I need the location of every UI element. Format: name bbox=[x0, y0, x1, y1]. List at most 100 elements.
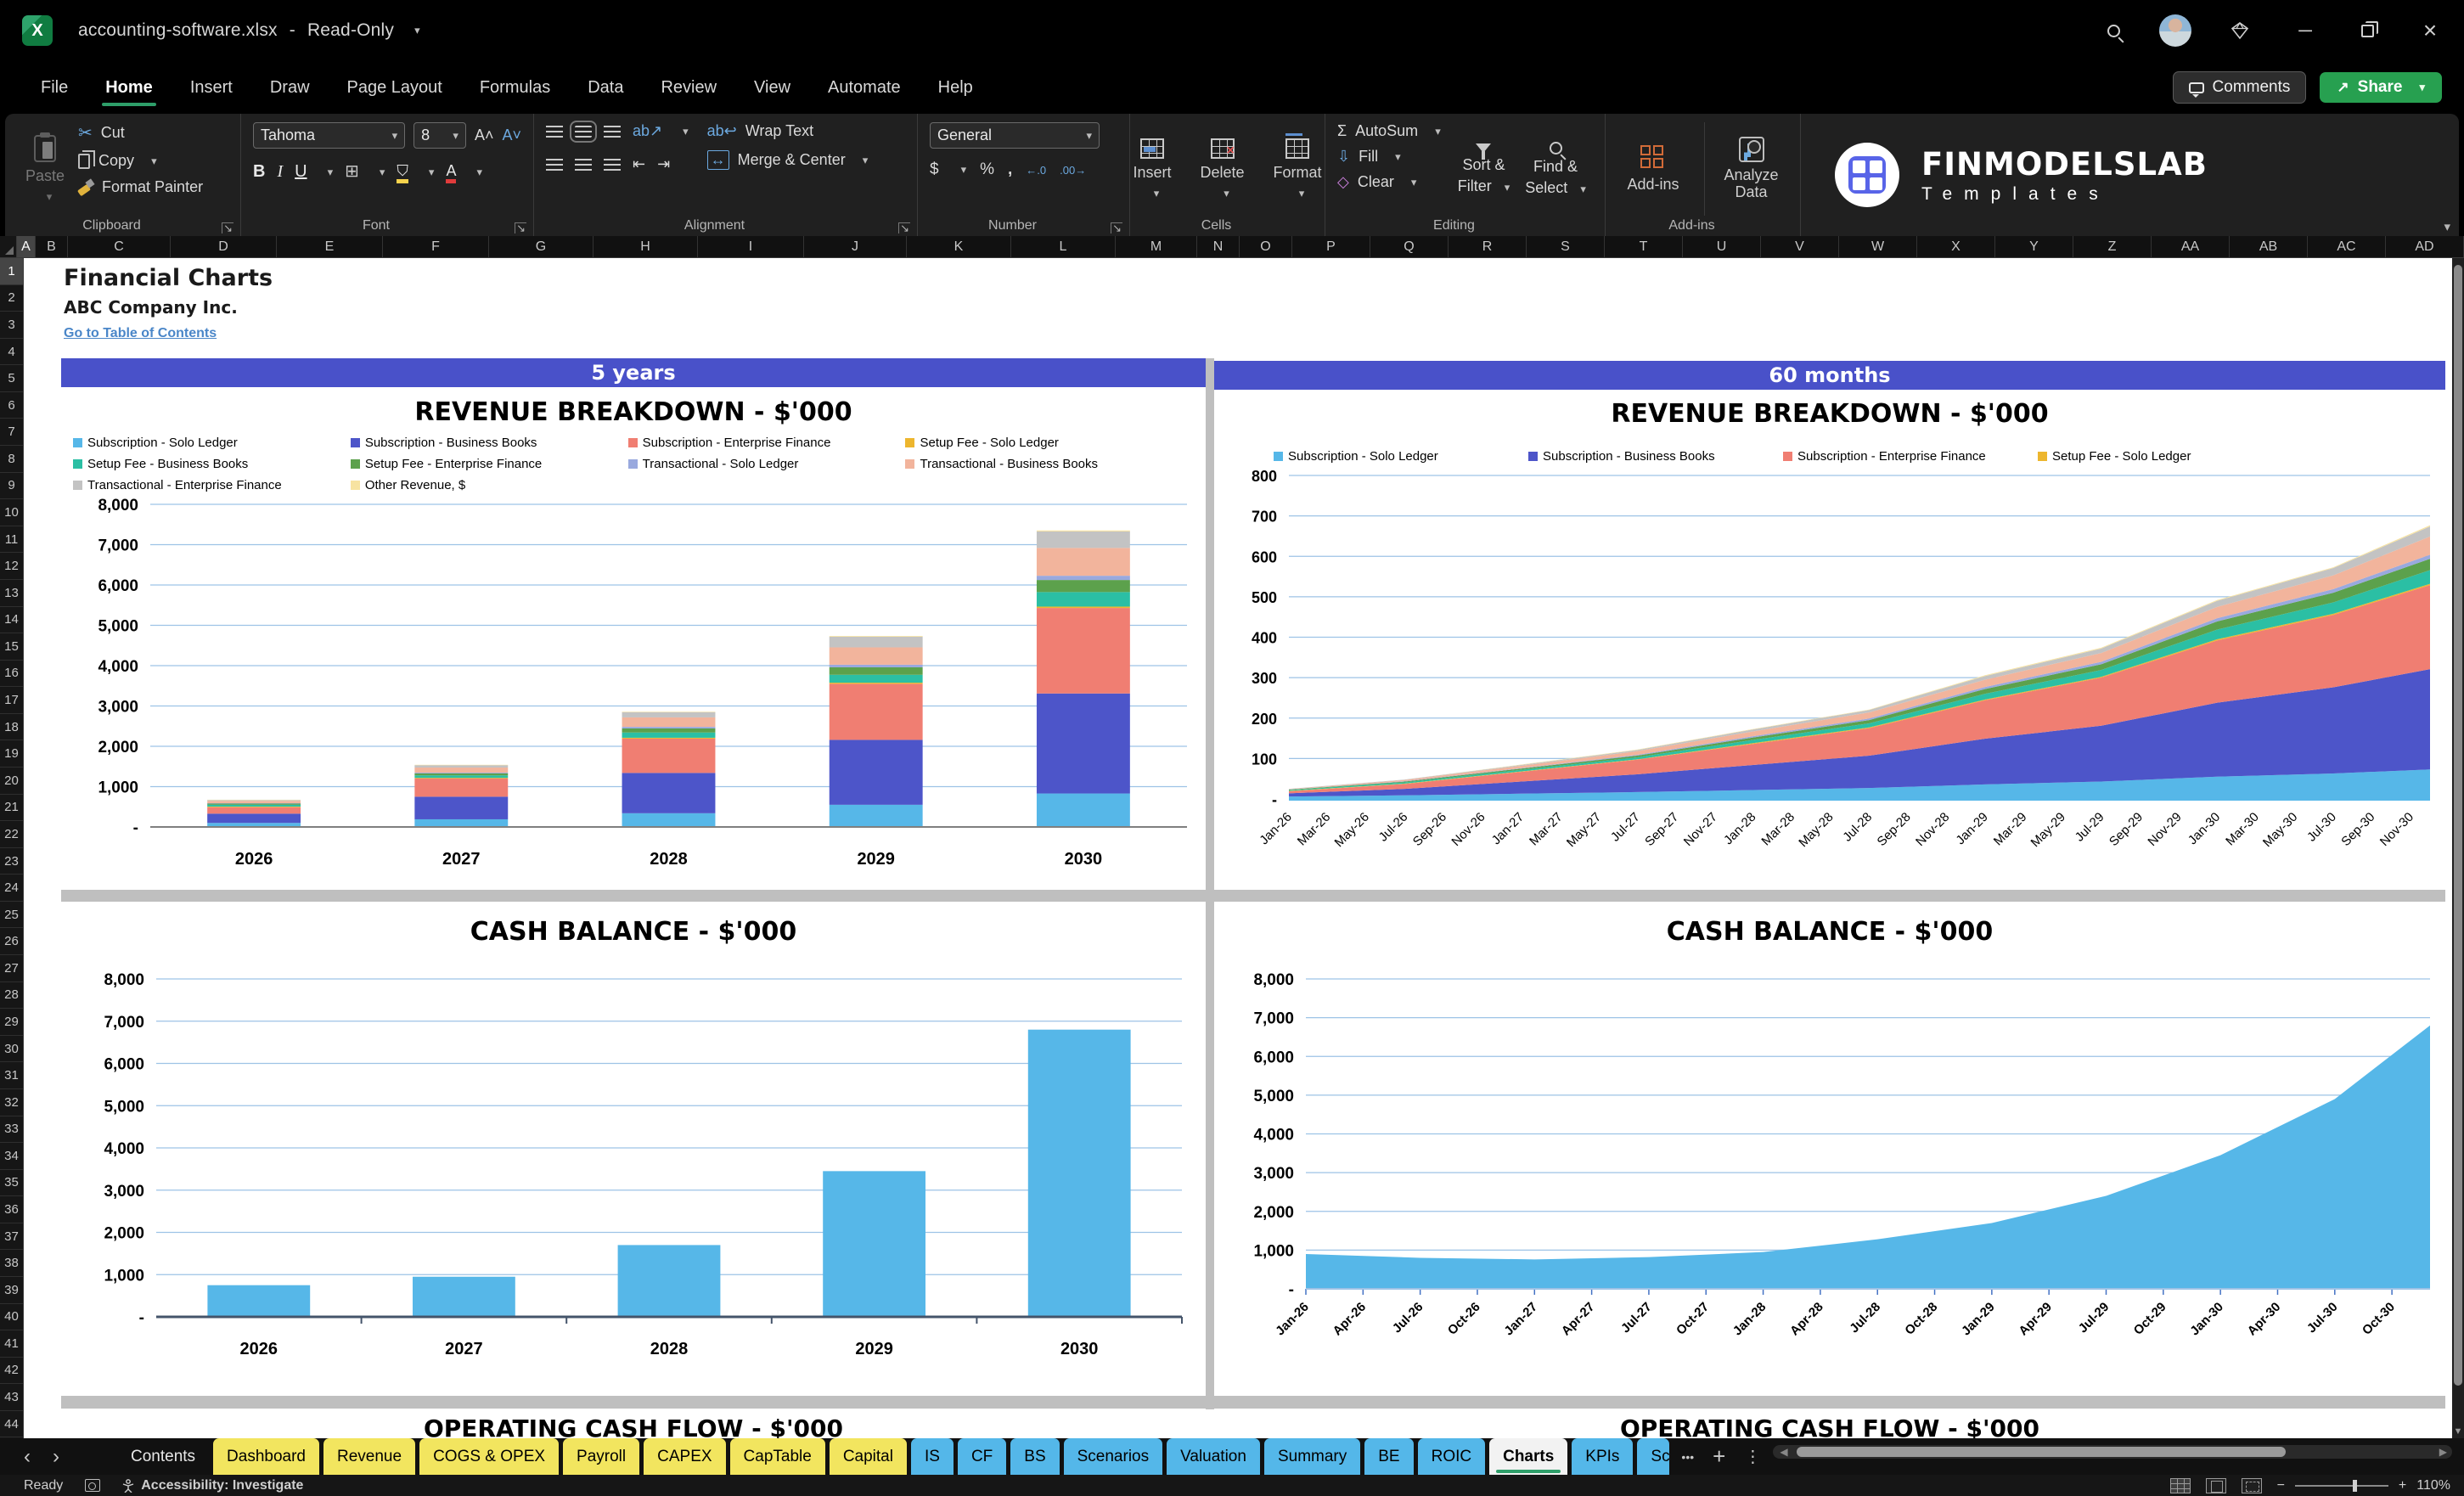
menu-tab-page-layout[interactable]: Page Layout bbox=[332, 70, 458, 106]
number-format-select[interactable]: General ▾ bbox=[930, 122, 1100, 149]
column-header-A[interactable]: A bbox=[17, 236, 36, 257]
row-header-12[interactable]: 12 bbox=[0, 553, 23, 580]
row-header-28[interactable]: 28 bbox=[0, 982, 23, 1010]
sheet-tab-roic[interactable]: ROIC bbox=[1417, 1438, 1486, 1475]
menu-tab-insert[interactable]: Insert bbox=[175, 70, 248, 106]
underline-button[interactable]: U bbox=[295, 162, 307, 182]
menu-tab-help[interactable]: Help bbox=[923, 70, 988, 106]
menu-tab-home[interactable]: Home bbox=[90, 70, 168, 106]
row-header-22[interactable]: 22 bbox=[0, 821, 23, 848]
chevron-down-icon[interactable]: ▾ bbox=[429, 166, 435, 179]
column-header-F[interactable]: F bbox=[383, 236, 489, 257]
row-header-38[interactable]: 38 bbox=[0, 1250, 23, 1277]
autosum-button[interactable]: Σ AutoSum ▾ bbox=[1337, 122, 1441, 140]
chevron-down-icon[interactable]: ▾ bbox=[476, 166, 482, 179]
fill-color-button[interactable]: ⛉ bbox=[397, 162, 408, 183]
menu-tab-formulas[interactable]: Formulas bbox=[464, 70, 565, 106]
insert-cells-button[interactable]: Insert ▾ bbox=[1124, 122, 1179, 216]
row-header-13[interactable]: 13 bbox=[0, 580, 23, 607]
sheet-tab-capex[interactable]: CAPEX bbox=[644, 1438, 726, 1475]
column-header-L[interactable]: L bbox=[1011, 236, 1116, 257]
column-header-AB[interactable]: AB bbox=[2230, 236, 2308, 257]
scroll-left-arrow[interactable]: ◀ bbox=[1780, 1446, 1787, 1458]
row-header-27[interactable]: 27 bbox=[0, 955, 23, 982]
sheet-tab-kpis[interactable]: KPIs bbox=[1572, 1438, 1634, 1475]
clipboard-dialog-launcher[interactable]: ↘ bbox=[222, 222, 233, 233]
accessibility-status[interactable]: Accessibility: Investigate bbox=[141, 1478, 303, 1493]
row-header-20[interactable]: 20 bbox=[0, 768, 23, 795]
column-header-K[interactable]: K bbox=[907, 236, 1011, 257]
search-icon[interactable] bbox=[2107, 24, 2120, 37]
delete-cells-button[interactable]: × Delete ▾ bbox=[1192, 122, 1253, 216]
column-header-H[interactable]: H bbox=[593, 236, 698, 257]
page-layout-view-button[interactable] bbox=[2205, 1477, 2226, 1493]
sheet-tab-is[interactable]: IS bbox=[910, 1438, 954, 1475]
row-header-44[interactable]: 44 bbox=[0, 1411, 23, 1438]
sheet-tab-revenue[interactable]: Revenue bbox=[323, 1438, 416, 1475]
chart-revenue-breakdown-60m[interactable]: REVENUE BREAKDOWN - $'000 Subscription -… bbox=[1214, 392, 2445, 888]
decrease-indent-button[interactable]: ⇤ bbox=[633, 155, 645, 173]
menu-tab-review[interactable]: Review bbox=[645, 70, 732, 106]
column-header-AC[interactable]: AC bbox=[2308, 236, 2386, 257]
row-header-18[interactable]: 18 bbox=[0, 714, 23, 741]
row-header-34[interactable]: 34 bbox=[0, 1143, 23, 1170]
font-size-select[interactable]: 8 ▾ bbox=[413, 122, 466, 149]
italic-button[interactable]: I bbox=[277, 162, 283, 182]
column-header-C[interactable]: C bbox=[68, 236, 171, 257]
sheet-tab-cf[interactable]: CF bbox=[957, 1438, 1007, 1475]
row-header-30[interactable]: 30 bbox=[0, 1036, 23, 1063]
vertical-scrollbar[interactable]: ▼ bbox=[2452, 258, 2464, 1438]
horizontal-scrollbar-thumb[interactable] bbox=[1797, 1447, 2287, 1457]
scroll-down-arrow[interactable]: ▼ bbox=[2452, 1426, 2464, 1437]
align-middle-button[interactable] bbox=[570, 120, 597, 143]
column-header-B[interactable]: B bbox=[36, 236, 68, 257]
horizontal-scrollbar[interactable]: ◀ ▶ bbox=[1773, 1445, 2452, 1459]
menu-tab-automate[interactable]: Automate bbox=[813, 70, 916, 106]
sheet-tab-be[interactable]: BE bbox=[1364, 1438, 1414, 1475]
format-painter-button[interactable]: Format Painter bbox=[78, 178, 203, 196]
chevron-down-icon[interactable]: ▾ bbox=[380, 166, 385, 179]
column-header-J[interactable]: J bbox=[804, 236, 907, 257]
cut-button[interactable]: ✂ Cut bbox=[78, 122, 203, 143]
grow-font-button[interactable]: A˄ bbox=[475, 127, 494, 144]
row-header-35[interactable]: 35 bbox=[0, 1170, 23, 1197]
scroll-right-arrow[interactable]: ▶ bbox=[2439, 1446, 2447, 1458]
zoom-in-button[interactable]: + bbox=[2399, 1478, 2406, 1493]
column-header-R[interactable]: R bbox=[1449, 236, 1527, 257]
menu-tab-view[interactable]: View bbox=[739, 70, 806, 106]
row-header-26[interactable]: 26 bbox=[0, 928, 23, 956]
sheet-tab-scenarios[interactable]: Scenarios bbox=[1063, 1438, 1163, 1475]
column-header-N[interactable]: N bbox=[1197, 236, 1240, 257]
column-header-M[interactable]: M bbox=[1116, 236, 1197, 257]
increase-indent-button[interactable]: ⇥ bbox=[657, 155, 670, 173]
row-header-43[interactable]: 43 bbox=[0, 1384, 23, 1411]
next-sheet-button[interactable]: › bbox=[53, 1445, 59, 1469]
row-header-39[interactable]: 39 bbox=[0, 1277, 23, 1304]
close-button[interactable]: × bbox=[2413, 17, 2447, 44]
row-header-41[interactable]: 41 bbox=[0, 1330, 23, 1358]
orientation-button[interactable]: ab↗ bbox=[633, 122, 662, 140]
select-all-corner[interactable] bbox=[0, 236, 17, 257]
column-header-S[interactable]: S bbox=[1527, 236, 1605, 257]
share-button[interactable]: ↗ Share ▾ bbox=[2320, 72, 2442, 103]
column-header-D[interactable]: D bbox=[171, 236, 277, 257]
decrease-decimal-button[interactable]: .00→ bbox=[1060, 164, 1086, 177]
row-header-40[interactable]: 40 bbox=[0, 1304, 23, 1331]
zoom-level[interactable]: 110% bbox=[2416, 1478, 2450, 1493]
chart-cash-balance-60m[interactable]: CASH BALANCE - $'000 8,000 7,000 6,000 5,00… bbox=[1214, 903, 2445, 1394]
more-sheets-button[interactable]: ••• bbox=[1681, 1450, 1694, 1464]
chart-cash-balance-5y[interactable]: CASH BALANCE - $'000 8,000 7,000 6,000 5,00… bbox=[61, 903, 1206, 1394]
zoom-slider-thumb[interactable] bbox=[2353, 1479, 2358, 1492]
sheet-tab-valuation[interactable]: Valuation bbox=[1167, 1438, 1260, 1475]
column-header-I[interactable]: I bbox=[698, 236, 804, 257]
row-header-37[interactable]: 37 bbox=[0, 1223, 23, 1251]
sheet-tab-cogs-opex[interactable]: COGS & OPEX bbox=[419, 1438, 560, 1475]
restore-button[interactable] bbox=[2361, 20, 2378, 37]
row-header-8[interactable]: 8 bbox=[0, 446, 23, 473]
zoom-slider[interactable] bbox=[2294, 1479, 2388, 1492]
accounting-format-button[interactable]: $ bbox=[930, 160, 939, 179]
sheet-tab-summary[interactable]: Summary bbox=[1263, 1438, 1361, 1475]
row-header-9[interactable]: 9 bbox=[0, 473, 23, 500]
row-header-6[interactable]: 6 bbox=[0, 392, 23, 419]
row-header-16[interactable]: 16 bbox=[0, 661, 23, 688]
